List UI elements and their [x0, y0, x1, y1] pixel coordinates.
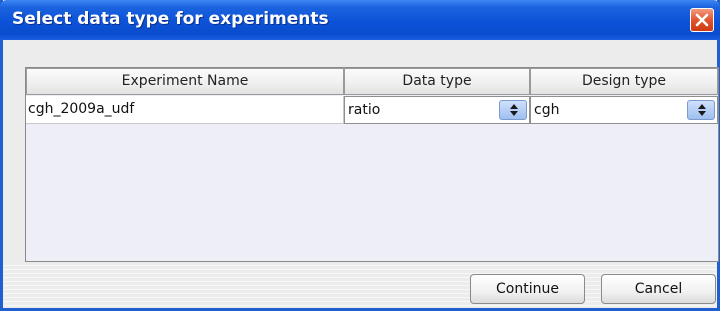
title-bar[interactable]: Select data type for experiments — [0, 0, 720, 40]
up-down-arrow-icon — [510, 104, 518, 116]
column-header-data-type[interactable]: Data type — [344, 68, 530, 95]
design-type-select[interactable]: cgh — [530, 96, 718, 124]
up-down-arrow-icon — [698, 104, 706, 116]
data-type-select[interactable]: ratio — [344, 96, 530, 124]
table-row: cgh_2009a_udf ratio cgh — [26, 96, 720, 124]
continue-button[interactable]: Continue — [470, 274, 585, 304]
experiments-table: Experiment Name Data type Design type cg… — [25, 67, 719, 262]
cancel-button[interactable]: Cancel — [601, 274, 716, 304]
column-header-experiment-name[interactable]: Experiment Name — [26, 68, 344, 95]
column-header-design-type[interactable]: Design type — [530, 68, 718, 95]
design-type-value: cgh — [534, 102, 560, 118]
close-icon — [695, 13, 709, 27]
data-type-dropdown-button[interactable] — [499, 100, 527, 120]
window-title: Select data type for experiments — [12, 9, 329, 29]
close-button[interactable] — [690, 8, 714, 32]
table-header-row: Experiment Name Data type Design type — [26, 68, 720, 96]
design-type-dropdown-button[interactable] — [687, 100, 715, 120]
experiment-name-cell[interactable]: cgh_2009a_udf — [26, 96, 344, 124]
dialog-window: Select data type for experiments Experim… — [0, 0, 720, 311]
data-type-value: ratio — [348, 102, 381, 118]
